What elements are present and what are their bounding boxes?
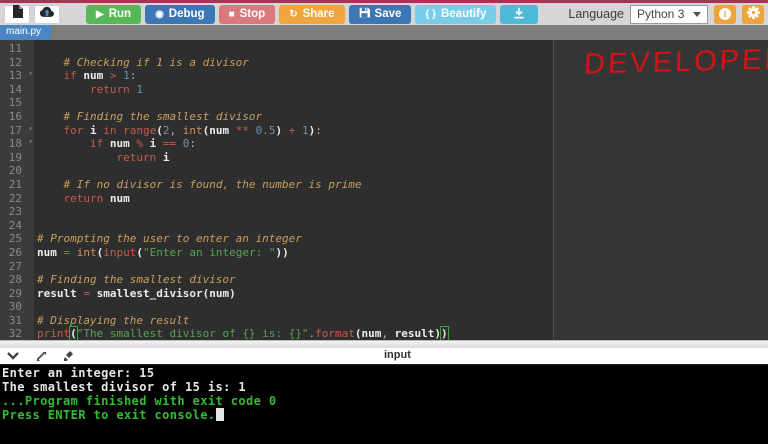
expand-console-icon[interactable] (34, 349, 48, 363)
code-line[interactable]: num = int(input("Enter an integer: ")) (37, 246, 768, 260)
gutter-line-number: 22 (8, 191, 22, 205)
code-column[interactable]: # Checking if 1 is a divisor if num > 1:… (34, 40, 768, 340)
text-caret (447, 328, 449, 340)
document-icon (12, 5, 23, 23)
gutter-line-number: 13 ▾ (8, 69, 33, 83)
gutter-line-number: 29 (8, 286, 22, 300)
download-button[interactable] (500, 4, 539, 24)
save-button[interactable]: Save (348, 4, 412, 24)
console-output[interactable]: Enter an integer: 15 The smallest divisor… (0, 365, 768, 444)
language-label: Language (568, 7, 624, 21)
gutter-line-number: 32 (8, 327, 22, 340)
download-icon (513, 7, 525, 22)
gutter-line-number: 24 (8, 218, 22, 232)
gutter-line-number: 19 (8, 150, 22, 164)
gutter-line-number: 23 (8, 205, 22, 219)
gutter-line-number: 12 (8, 55, 22, 69)
gutter-line-number: 25 (8, 232, 22, 246)
console-line: Enter an integer: 15 (2, 366, 155, 380)
code-line[interactable]: # Finding the smallest divisor (37, 273, 768, 287)
code-line[interactable]: # If no divisor is found, the number is … (37, 178, 768, 192)
code-line[interactable] (37, 205, 768, 219)
horizontal-scrollbar[interactable] (0, 340, 768, 348)
settings-button[interactable] (742, 4, 764, 24)
code-line[interactable] (37, 96, 768, 110)
toolbar: ▶ Run ◉ Debug ■ Stop ↻ Share Save { } Be… (0, 3, 768, 25)
info-icon: i (719, 8, 731, 20)
gutter-line-number: 15 (8, 96, 22, 110)
console-toolbar-icons (6, 349, 76, 363)
gutter-column: 11 12 13 ▾ 14 15 16 17 ▾ 18 ▾ 19 20 21 22 23 24 25 26 27 28 2… (0, 40, 34, 340)
run-label: Run (108, 8, 132, 20)
tab-bar: main.py (0, 25, 768, 40)
gutter-line-number: 20 (8, 164, 22, 178)
clear-console-icon[interactable] (62, 349, 76, 363)
debug-label: Debug (168, 8, 205, 20)
fold-arrow-icon[interactable]: ▾ (28, 137, 33, 146)
new-file-button[interactable] (4, 4, 30, 24)
code-line[interactable] (37, 164, 768, 178)
gutter-line-number: 14 (8, 82, 22, 96)
collapse-console-icon[interactable] (6, 349, 20, 363)
debug-target-icon: ◉ (155, 8, 164, 20)
share-button[interactable]: ↻ Share (279, 4, 345, 24)
gear-icon (746, 6, 760, 22)
code-line[interactable]: # Prompting the user to enter an integer (37, 232, 768, 246)
code-line[interactable]: for i in range(2, int(num ** 0.5) + 1): (37, 124, 768, 138)
online-ide-window: ▶ Run ◉ Debug ■ Stop ↻ Share Save { } Be… (0, 0, 768, 444)
terminal-cursor (215, 408, 224, 421)
console-line: Press ENTER to exit console. (2, 408, 766, 422)
gutter-line-number: 31 (8, 313, 22, 327)
code-line[interactable] (37, 300, 768, 314)
gutter-line-number: 11 (8, 42, 22, 55)
input-label: input (384, 349, 411, 361)
code-line[interactable] (37, 219, 768, 233)
code-line[interactable]: return 1 (37, 83, 768, 97)
braces-icon: { } (425, 8, 436, 20)
console-line: The smallest divisor of 15 is: 1 (2, 380, 246, 394)
tab-main-py[interactable]: main.py (0, 25, 52, 40)
gutter-line-number: 21 (8, 177, 22, 191)
language-selector-group: Language Python 3 i (568, 4, 764, 24)
language-select[interactable]: Python 3 (630, 4, 708, 24)
gutter-line-number: 17 ▾ (8, 123, 33, 137)
code-line[interactable] (37, 260, 768, 274)
language-value: Python 3 (637, 7, 685, 21)
beautify-label: Beautify (440, 8, 487, 20)
run-button[interactable]: ▶ Run (86, 4, 142, 24)
stop-square-icon: ■ (228, 8, 235, 20)
gutter-line-number: 16 (8, 109, 22, 123)
code-line[interactable]: # Displaying the result (37, 314, 768, 328)
developer-watermark: DEVELOPER (583, 43, 768, 81)
gutter-line-number: 27 (8, 259, 22, 273)
share-icon: ↻ (289, 8, 298, 20)
floppy-disk-icon (359, 7, 370, 21)
fold-arrow-icon[interactable]: ▾ (28, 69, 33, 78)
code-line[interactable]: return num (37, 192, 768, 206)
gutter-line-number: 30 (8, 300, 22, 314)
chevron-down-icon (693, 11, 701, 17)
share-label: Share (302, 8, 335, 20)
fold-arrow-icon[interactable]: ▾ (28, 124, 33, 133)
gutter-line-number: 28 (8, 273, 22, 287)
code-line[interactable]: result = smallest_divisor(num) (37, 287, 768, 301)
upload-button[interactable] (34, 4, 60, 24)
gutter-line-number: 18 ▾ (8, 137, 33, 151)
play-icon: ▶ (96, 8, 104, 20)
console-input-bar[interactable]: input (0, 348, 768, 365)
code-editor[interactable]: 11 12 13 ▾ 14 15 16 17 ▾ 18 ▾ 19 20 21 22 23 24 25 26 27 28 2… (0, 40, 768, 340)
beautify-button[interactable]: { } Beautify (415, 4, 497, 24)
cloud-upload-icon (39, 5, 54, 23)
info-button[interactable]: i (714, 4, 736, 24)
gutter-line-number: 26 (8, 245, 22, 259)
stop-button[interactable]: ■ Stop (218, 4, 276, 24)
save-label: Save (374, 8, 402, 20)
code-line[interactable]: return i (37, 151, 768, 165)
code-line[interactable]: # Finding the smallest divisor (37, 110, 768, 124)
code-line[interactable]: print("The smallest divisor of {} is: {}… (37, 326, 768, 340)
code-line[interactable]: if num % i == 0: (37, 137, 768, 151)
debug-button[interactable]: ◉ Debug (145, 4, 215, 24)
console-line: ...Program finished with exit code 0 (2, 394, 277, 408)
stop-label: Stop (239, 8, 266, 20)
